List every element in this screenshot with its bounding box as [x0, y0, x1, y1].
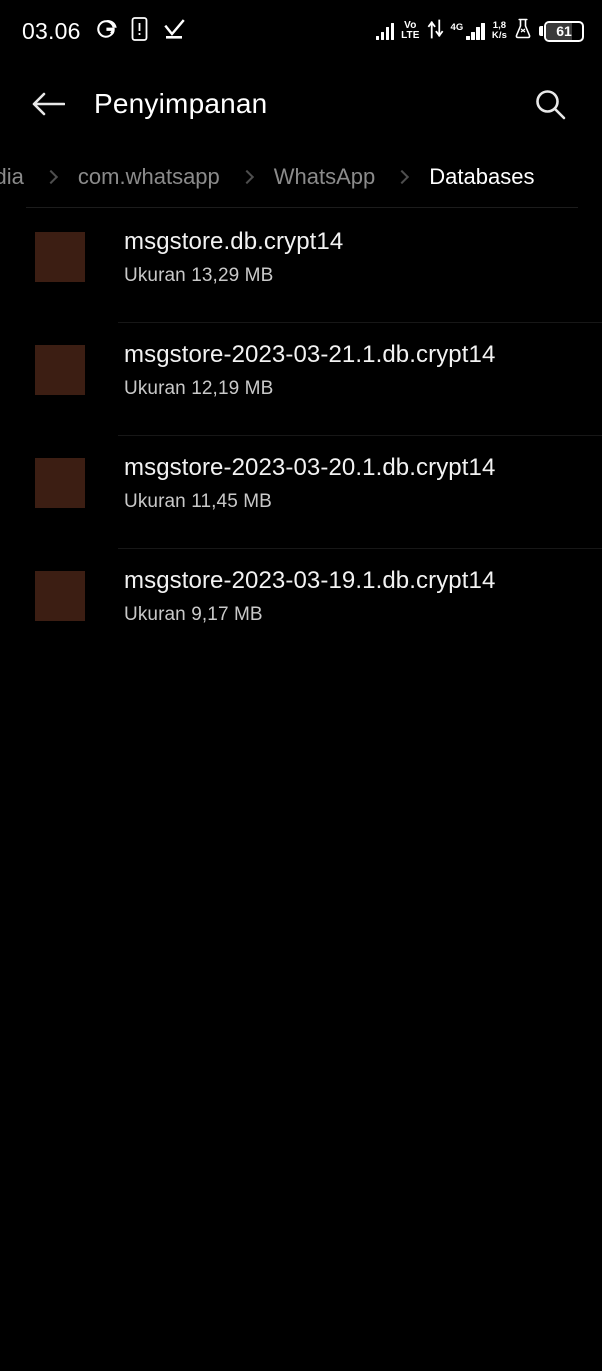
- file-name: msgstore-2023-03-20.1.db.crypt14: [124, 454, 496, 481]
- file-size: Ukuran 12,19 MB: [124, 378, 274, 399]
- google-g-icon: [95, 18, 117, 45]
- file-row[interactable]: msgstore.db.crypt14 Ukuran 13,29 MB: [0, 210, 602, 323]
- phone-screen: 03.06 Vo LTE 4G 1,8 K/s 61 Penyimpanan d…: [0, 0, 602, 1371]
- file-info: msgstore-2023-03-19.1.db.crypt14 Ukuran 9…: [124, 549, 602, 628]
- battery-body: 61: [544, 20, 584, 42]
- file-info: msgstore.db.crypt14 Ukuran 13,29 MB: [124, 210, 602, 289]
- file-type-icon: [35, 458, 85, 508]
- volte-icon: Vo LTE: [401, 19, 420, 41]
- file-row[interactable]: msgstore-2023-03-21.1.db.crypt14 Ukuran 1…: [0, 323, 602, 436]
- file-size: Ukuran 13,29 MB: [124, 265, 274, 286]
- file-size: Ukuran 11,45 MB: [124, 491, 272, 512]
- phone-alert-icon: [131, 16, 148, 46]
- status-bar-right: Vo LTE 4G 1,8 K/s 61: [375, 18, 584, 44]
- battery-terminal-icon: [539, 26, 543, 36]
- file-name: msgstore.db.crypt14: [124, 228, 344, 255]
- breadcrumb[interactable]: media com.whatsapp WhatsApp Databases: [0, 146, 602, 208]
- data-transfer-icon: [427, 19, 444, 44]
- breadcrumb-list[interactable]: media com.whatsapp WhatsApp Databases: [0, 146, 602, 208]
- file-info: msgstore-2023-03-21.1.db.crypt14 Ukuran 1…: [124, 323, 602, 402]
- status-bar-left: 03.06: [22, 16, 186, 46]
- file-name: msgstore-2023-03-19.1.db.crypt14: [124, 567, 496, 594]
- back-button[interactable]: [26, 82, 70, 126]
- file-list: msgstore.db.crypt14 Ukuran 13,29 MB msgsto…: [0, 208, 602, 662]
- search-button[interactable]: [526, 80, 574, 128]
- file-size: Ukuran 9,17 MB: [124, 604, 263, 625]
- file-info: msgstore-2023-03-20.1.db.crypt14 Ukuran 1…: [124, 436, 602, 515]
- breadcrumb-item-databases[interactable]: Databases: [407, 166, 556, 188]
- breadcrumb-item-whatsapp[interactable]: WhatsApp: [252, 166, 398, 188]
- file-row[interactable]: msgstore-2023-03-20.1.db.crypt14 Ukuran 1…: [0, 436, 602, 549]
- breadcrumb-item-media[interactable]: media: [0, 166, 46, 188]
- breadcrumb-item-com-whatsapp[interactable]: com.whatsapp: [56, 166, 242, 188]
- battery-indicator: 61: [539, 20, 584, 42]
- download-complete-icon: [162, 17, 186, 46]
- file-type-icon: [35, 232, 85, 282]
- signal-bars-sim1-icon: [375, 22, 395, 40]
- file-type-icon: [35, 571, 85, 621]
- back-arrow-icon: [32, 92, 65, 116]
- battery-percent-label: 61: [556, 23, 572, 39]
- search-icon: [536, 90, 566, 120]
- app-bar: Penyimpanan: [0, 62, 602, 146]
- signal-bars-sim2-icon: [466, 22, 485, 40]
- data-rate-indicator: 1,8 K/s: [491, 20, 507, 41]
- flask-icon: [514, 18, 532, 44]
- file-type-icon: [35, 345, 85, 395]
- file-row[interactable]: msgstore-2023-03-19.1.db.crypt14 Ukuran 9…: [0, 549, 602, 662]
- breadcrumb-divider: [26, 207, 578, 208]
- file-name: msgstore-2023-03-21.1.db.crypt14: [124, 341, 496, 368]
- network-type-label: 4G: [450, 21, 464, 33]
- status-bar: 03.06 Vo LTE 4G 1,8 K/s 61: [0, 0, 602, 62]
- page-title: Penyimpanan: [94, 88, 268, 119]
- clock: 03.06: [22, 17, 81, 44]
- signal-group-sim2: 4G: [450, 21, 485, 40]
